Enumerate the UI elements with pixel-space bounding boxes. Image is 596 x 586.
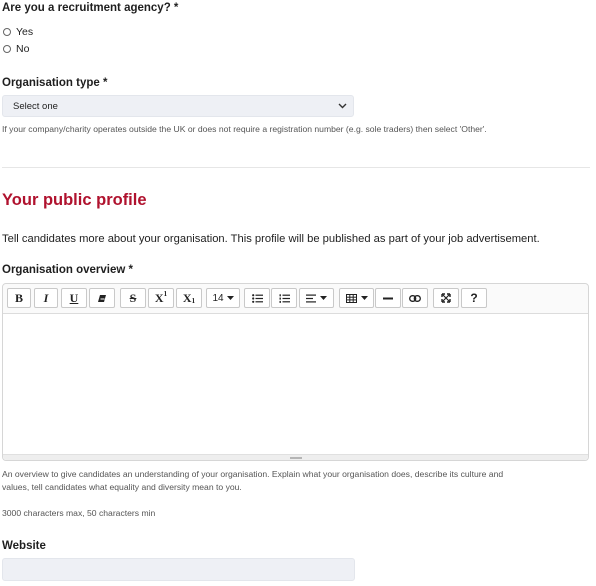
help-button[interactable]: ?	[461, 288, 487, 308]
subscript-button[interactable]: X1	[176, 288, 202, 308]
help-icon: ?	[470, 291, 478, 305]
radio-yes-label: Yes	[16, 26, 34, 38]
overview-editor: B I U S X1 X1 14 ?	[2, 283, 589, 461]
unordered-list-button[interactable]	[244, 288, 270, 308]
radio-no-label: No	[16, 43, 30, 55]
chevron-down-icon	[338, 102, 347, 111]
link-icon	[409, 294, 421, 302]
clear-format-button[interactable]	[89, 288, 115, 308]
superscript-icon: X	[154, 290, 164, 305]
radio-option-yes[interactable]: Yes	[3, 26, 33, 38]
font-size-value: 14	[212, 292, 224, 304]
underline-button[interactable]: U	[61, 288, 87, 308]
superscript-mark: 1	[163, 290, 168, 298]
subscript-icon: X	[182, 290, 192, 305]
caret-down-icon	[320, 296, 327, 300]
horizontal-rule-icon	[383, 297, 393, 300]
organisation-overview-label: Organisation overview *	[2, 264, 134, 276]
caret-down-icon	[226, 296, 234, 300]
section-title: Your public profile	[2, 191, 147, 209]
superscript-button[interactable]: X1	[148, 288, 174, 308]
italic-button[interactable]: I	[34, 288, 58, 308]
fullscreen-button[interactable]	[433, 288, 459, 308]
radio-yes[interactable]	[3, 28, 11, 36]
overview-help-line1: An overview to give candidates an unders…	[2, 469, 504, 479]
radio-option-no[interactable]: No	[3, 43, 29, 55]
recruitment-agency-label: Are you a recruitment agency? *	[2, 2, 179, 14]
overview-character-limits: 3000 characters max, 50 characters min	[2, 508, 156, 518]
organisation-type-selected: Select one	[13, 100, 58, 112]
link-button[interactable]	[402, 288, 428, 308]
unordered-list-icon	[251, 293, 263, 303]
section-divider	[2, 167, 590, 168]
editor-content-area[interactable]	[3, 315, 588, 454]
organisation-type-help: If your company/charity operates outside…	[2, 124, 487, 134]
eraser-icon	[97, 294, 107, 303]
align-icon	[306, 294, 316, 303]
subscript-mark: 1	[191, 297, 196, 305]
strikethrough-button[interactable]: S	[120, 288, 146, 308]
table-icon	[345, 293, 357, 303]
editor-toolbar: B I U S X1 X1 14 ?	[3, 284, 588, 314]
radio-no[interactable]	[3, 45, 11, 53]
website-label: Website	[2, 540, 46, 552]
profile-intro: Tell candidates more about your organisa…	[2, 233, 540, 245]
ordered-list-button[interactable]	[271, 288, 297, 308]
bold-button[interactable]: B	[7, 288, 31, 308]
website-input[interactable]	[2, 558, 355, 581]
organisation-type-select[interactable]: Select one	[2, 95, 354, 117]
font-size-dropdown[interactable]: 14	[206, 288, 240, 308]
overview-help-line2: values, tell candidates what equality an…	[2, 482, 242, 492]
editor-resize-handle[interactable]	[3, 454, 588, 460]
align-dropdown[interactable]	[299, 288, 334, 308]
ordered-list-icon	[279, 293, 290, 303]
fullscreen-icon	[441, 293, 451, 303]
table-dropdown[interactable]	[339, 288, 374, 308]
grip-icon	[289, 456, 302, 459]
horizontal-rule-button[interactable]	[375, 288, 401, 308]
organisation-type-label: Organisation type *	[2, 77, 108, 89]
caret-down-icon	[360, 296, 368, 300]
